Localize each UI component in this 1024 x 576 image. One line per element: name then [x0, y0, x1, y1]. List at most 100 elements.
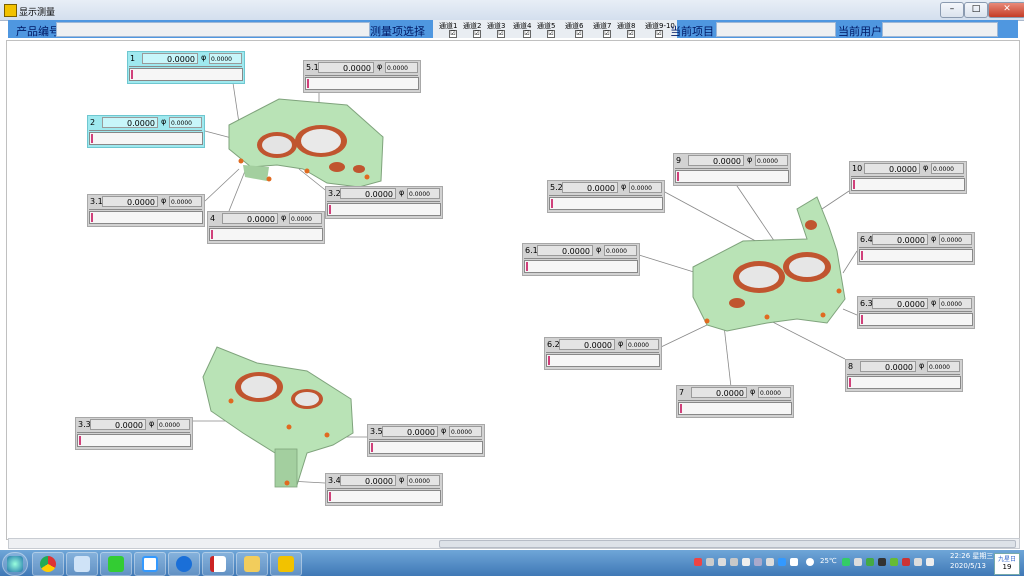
phi-value[interactable]: 0.0000: [604, 245, 637, 256]
phi-value[interactable]: 0.0000: [626, 339, 659, 350]
measurement-slider[interactable]: [524, 260, 638, 273]
measurement-slider[interactable]: [859, 249, 973, 262]
channel-checkbox-7[interactable]: ☑: [603, 30, 611, 38]
tray-app-icon[interactable]: [866, 558, 874, 566]
measurement-slider[interactable]: [851, 178, 965, 191]
measurement-slider[interactable]: [305, 77, 419, 90]
measurement-value[interactable]: 0.0000: [340, 188, 396, 199]
taskbar-iqiyi[interactable]: [100, 552, 132, 576]
tray-app-icon[interactable]: [742, 558, 750, 566]
measurement-value[interactable]: 0.0000: [102, 196, 158, 207]
channel-checkbox-9[interactable]: ☑: [655, 30, 663, 38]
taskbar-labview[interactable]: [270, 552, 302, 576]
measurement-value[interactable]: 0.0000: [142, 53, 198, 64]
clock-date[interactable]: 2020/5/13: [950, 562, 986, 570]
measurement-widget-3-3[interactable]: 3.3 0.0000 φ 0.0000: [75, 417, 193, 450]
phi-value[interactable]: 0.0000: [407, 475, 440, 486]
measurement-slider[interactable]: [327, 203, 441, 216]
measurement-widget-1[interactable]: 1 0.0000 φ 0.0000: [127, 51, 245, 84]
measurement-slider[interactable]: [369, 441, 483, 454]
phi-value[interactable]: 0.0000: [169, 117, 202, 128]
tray-app-icon[interactable]: [718, 558, 726, 566]
measurement-widget-5-2[interactable]: 5.2 0.0000 φ 0.0000: [547, 180, 665, 213]
calendar-widget[interactable]: 九星日 19: [994, 553, 1020, 575]
measurement-slider[interactable]: [327, 490, 441, 503]
measurement-slider[interactable]: [546, 354, 660, 367]
measurement-value[interactable]: 0.0000: [318, 62, 374, 73]
current-user-field[interactable]: [882, 22, 998, 37]
measurement-value[interactable]: 0.0000: [691, 387, 747, 398]
measurement-slider[interactable]: [129, 68, 243, 81]
channel-checkbox-5[interactable]: ☑: [547, 30, 555, 38]
phi-value[interactable]: 0.0000: [755, 155, 788, 166]
measurement-value[interactable]: 0.0000: [340, 475, 396, 486]
measurement-slider[interactable]: [678, 402, 792, 415]
phi-value[interactable]: 0.0000: [407, 188, 440, 199]
measurement-slider[interactable]: [89, 132, 203, 145]
measurement-value[interactable]: 0.0000: [872, 298, 928, 309]
measurement-value[interactable]: 0.0000: [864, 163, 920, 174]
phi-value[interactable]: 0.0000: [931, 163, 964, 174]
tray-app-icon[interactable]: [694, 558, 702, 566]
tray-app-icon[interactable]: [730, 558, 738, 566]
phi-value[interactable]: 0.0000: [927, 361, 960, 372]
phi-value[interactable]: 0.0000: [939, 234, 972, 245]
phi-value[interactable]: 0.0000: [449, 426, 482, 437]
product-no-field[interactable]: [56, 22, 370, 37]
measurement-widget-10[interactable]: 10 0.0000 φ 0.0000: [849, 161, 967, 194]
measurement-value[interactable]: 0.0000: [382, 426, 438, 437]
clock-time[interactable]: 22:26 星期三: [950, 551, 993, 561]
tray-app-icon[interactable]: [706, 558, 714, 566]
phi-value[interactable]: 0.0000: [289, 213, 322, 224]
measurement-value[interactable]: 0.0000: [860, 361, 916, 372]
taskbar-kuwo[interactable]: [168, 552, 200, 576]
scrollbar-thumb[interactable]: [439, 540, 1016, 548]
measurement-slider[interactable]: [859, 313, 973, 326]
measurement-slider[interactable]: [89, 211, 203, 224]
measurement-value[interactable]: 0.0000: [688, 155, 744, 166]
phi-value[interactable]: 0.0000: [758, 387, 791, 398]
measurement-widget-8[interactable]: 8 0.0000 φ 0.0000: [845, 359, 963, 392]
measurement-widget-6-4[interactable]: 6.4 0.0000 φ 0.0000: [857, 232, 975, 265]
measurement-slider[interactable]: [77, 434, 191, 447]
tray-app-icon[interactable]: [754, 558, 762, 566]
measurement-widget-5-1[interactable]: 5.1 0.0000 φ 0.0000: [303, 60, 421, 93]
current-item-field[interactable]: [716, 22, 836, 37]
phi-value[interactable]: 0.0000: [169, 196, 202, 207]
taskbar-notepad[interactable]: [66, 552, 98, 576]
minimize-button[interactable]: –: [940, 2, 964, 18]
measurement-widget-9[interactable]: 9 0.0000 φ 0.0000: [673, 153, 791, 186]
tray-app-icon[interactable]: [790, 558, 798, 566]
tray-app-icon[interactable]: [854, 558, 862, 566]
phi-value[interactable]: 0.0000: [157, 419, 190, 430]
phi-value[interactable]: 0.0000: [629, 182, 662, 193]
channel-checkbox-6[interactable]: ☑: [575, 30, 583, 38]
taskbar-chrome[interactable]: [32, 552, 64, 576]
measurement-value[interactable]: 0.0000: [537, 245, 593, 256]
tray-app-icon[interactable]: [766, 558, 774, 566]
phi-value[interactable]: 0.0000: [939, 298, 972, 309]
tray-app-icon[interactable]: [842, 558, 850, 566]
tray-app-icon[interactable]: [878, 558, 886, 566]
measurement-widget-6-3[interactable]: 6.3 0.0000 φ 0.0000: [857, 296, 975, 329]
measurement-widget-7[interactable]: 7 0.0000 φ 0.0000: [676, 385, 794, 418]
measurement-widget-6-1[interactable]: 6.1 0.0000 φ 0.0000: [522, 243, 640, 276]
tray-app-icon[interactable]: [778, 558, 786, 566]
measurement-widget-3-5[interactable]: 3.5 0.0000 φ 0.0000: [367, 424, 485, 457]
measurement-value[interactable]: 0.0000: [90, 419, 146, 430]
phi-value[interactable]: 0.0000: [209, 53, 242, 64]
measurement-widget-3-1[interactable]: 3.1 0.0000 φ 0.0000: [87, 194, 205, 227]
channel-checkbox-8[interactable]: ☑: [627, 30, 635, 38]
measurement-value[interactable]: 0.0000: [559, 339, 615, 350]
phi-value[interactable]: 0.0000: [385, 62, 418, 73]
measurement-widget-6-2[interactable]: 6.2 0.0000 φ 0.0000: [544, 337, 662, 370]
channel-checkbox-2[interactable]: ☑: [473, 30, 481, 38]
network-icon[interactable]: [914, 558, 922, 566]
channel-checkbox-1[interactable]: ☑: [449, 30, 457, 38]
volume-icon[interactable]: [926, 558, 934, 566]
measurement-value[interactable]: 0.0000: [222, 213, 278, 224]
start-button[interactable]: [2, 552, 28, 576]
measurement-value[interactable]: 0.0000: [562, 182, 618, 193]
tray-app-icon[interactable]: [902, 558, 910, 566]
horizontal-scrollbar[interactable]: [8, 538, 1020, 549]
